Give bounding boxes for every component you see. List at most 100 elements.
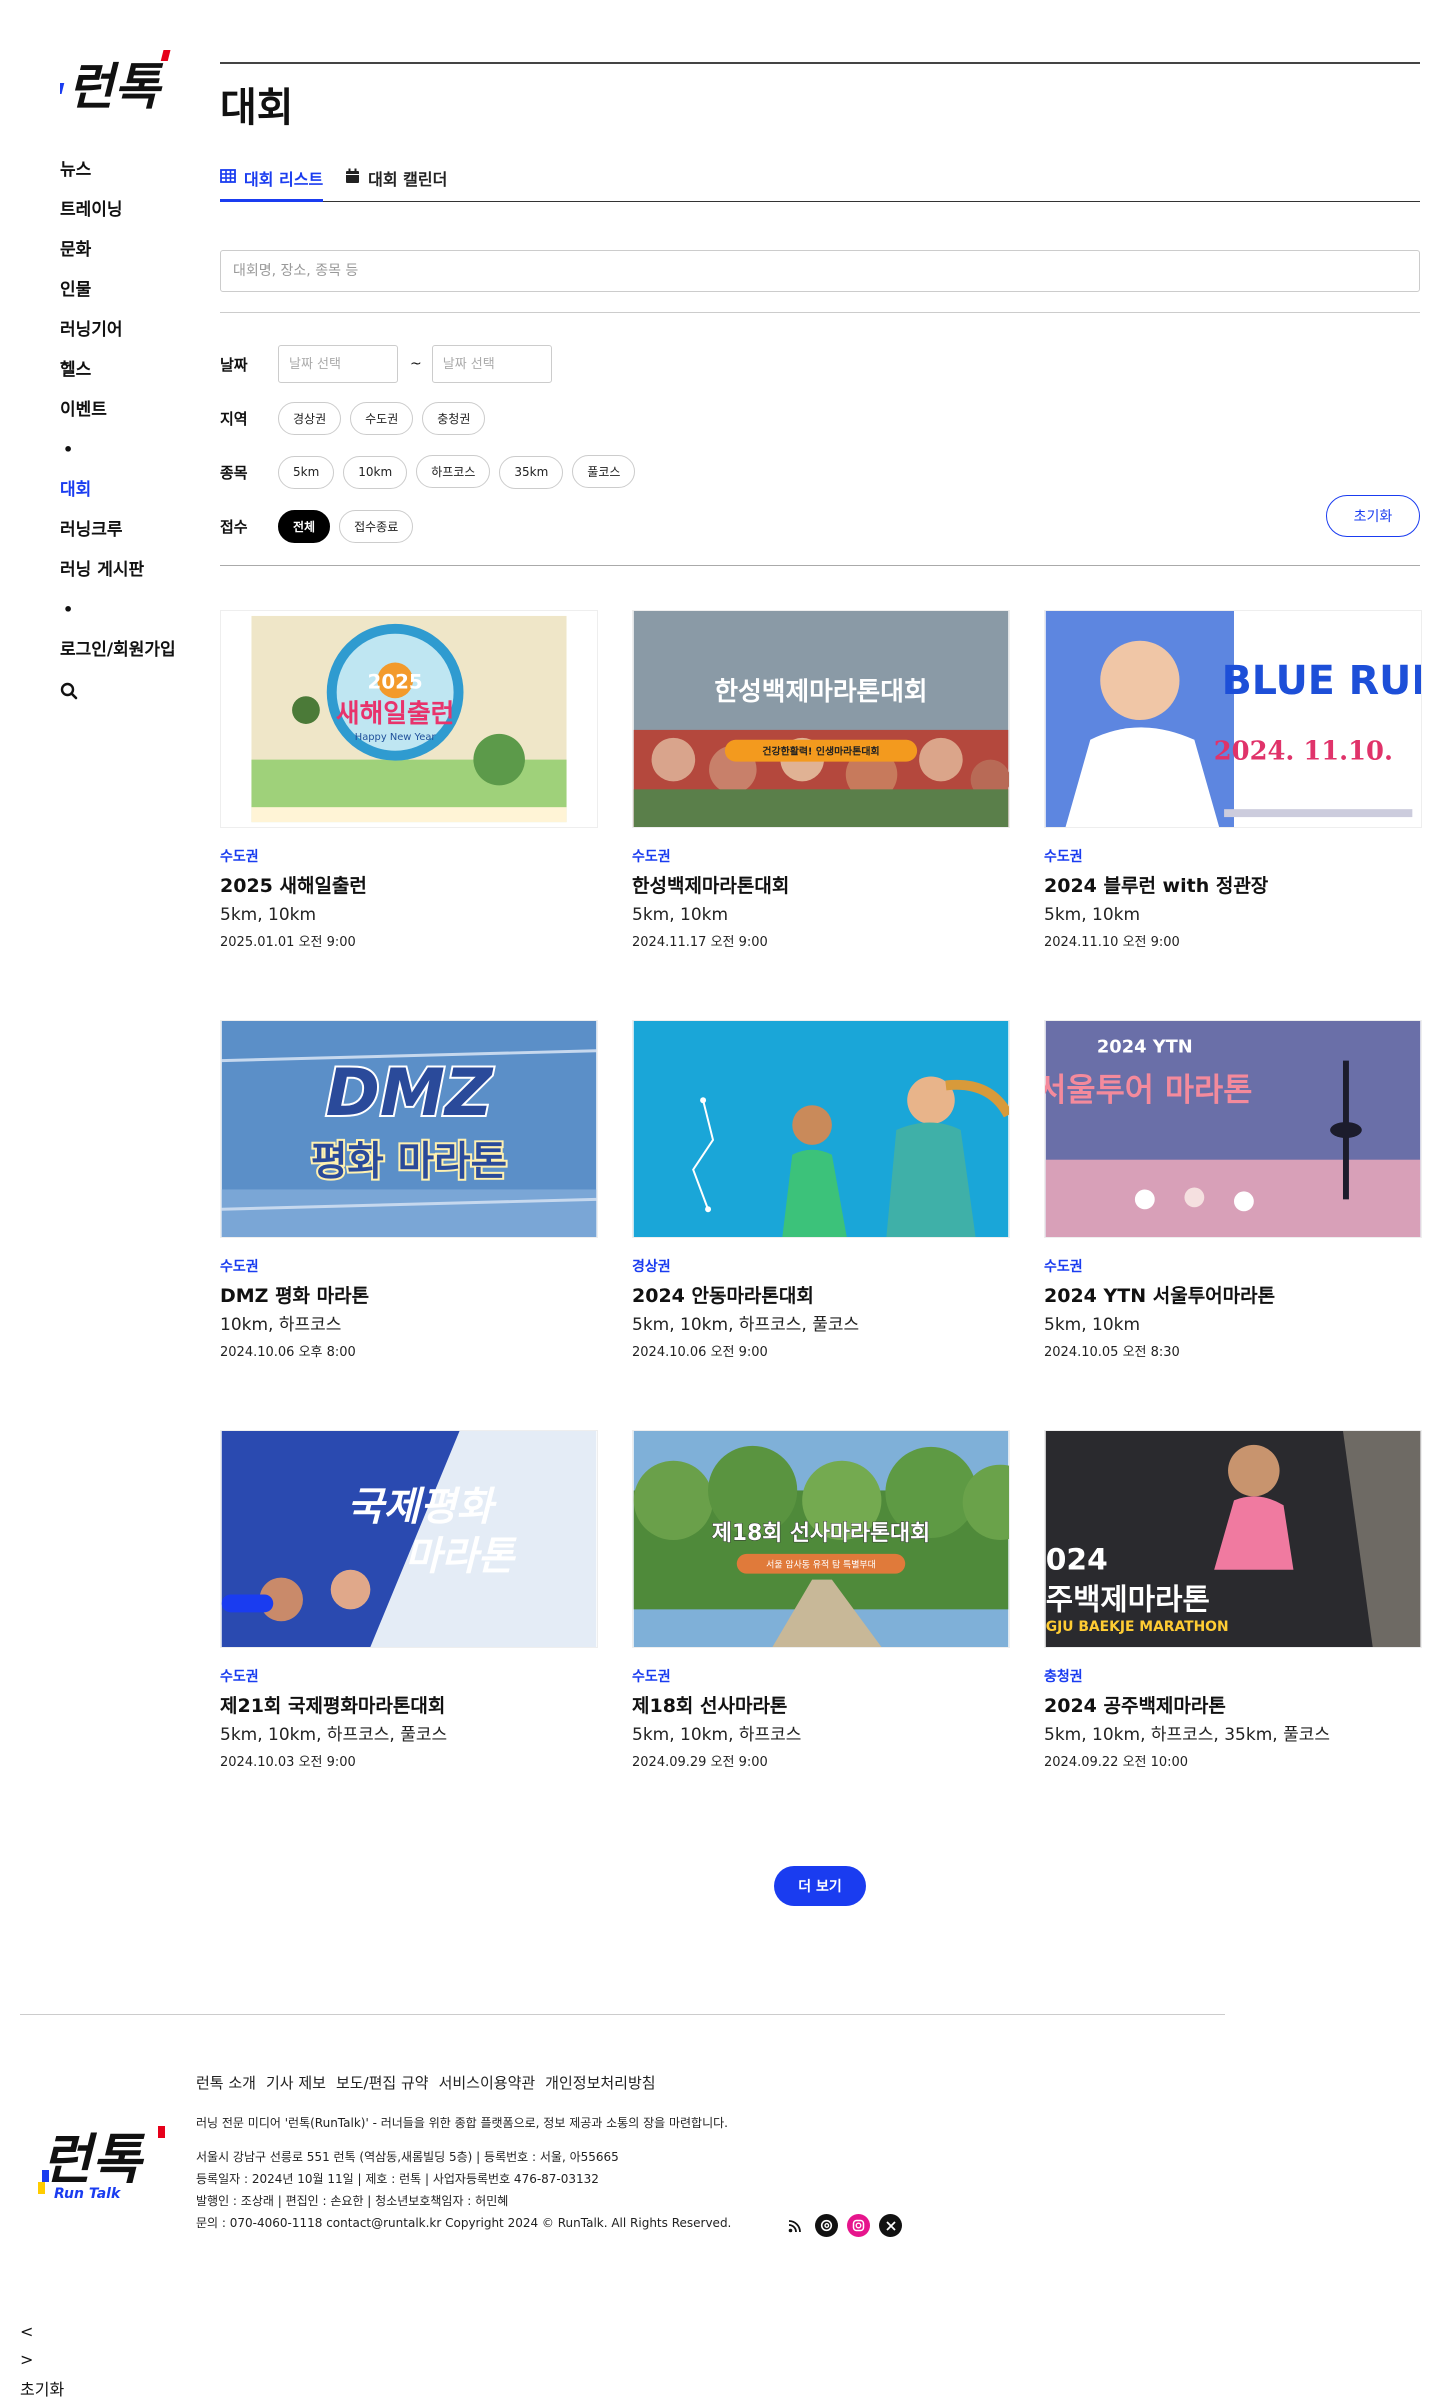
race-events: 5km, 10km, 하프코스, 풀코스 [632,1315,860,1335]
x-icon[interactable] [879,2214,902,2237]
sidebar-dot: • [63,600,74,619]
date-separator: ~ [410,356,422,372]
filter-chip[interactable]: 10km [343,455,408,489]
sidebar: 런톡 뉴스 트레이닝 문화 인물 러닝기어 헬스 이벤트 • 대회 러닝크루 러닝 게시판 • 로그인/… [47,48,210,710]
footer-info-line: 서울시 강남구 선릉로 551 런톡 (역삼동,새롬빌딩 5층) | 등록번호 … [196,2150,619,2164]
sidebar-item-login[interactable]: 로그인/회원가입 [60,630,210,670]
filter-chip[interactable]: 35km [499,455,564,489]
svg-text:Happy New Year: Happy New Year [355,732,437,743]
race-date: 2024.10.05 오전 8:30 [1044,1345,1180,1360]
filter-chip[interactable]: 충청권 [422,401,486,435]
svg-text:제18회 선사마라톤대회: 제18회 선사마라톤대회 [712,1521,930,1546]
filter-chip[interactable]: 수도권 [350,401,414,435]
svg-text:DMZ: DMZ [326,1055,494,1131]
race-region: 수도권 [1044,1259,1083,1275]
svg-text:한성백제마라톤대회: 한성백제마라톤대회 [714,677,927,707]
filter-date-label: 날짜 [220,355,248,374]
sidebar-item-board[interactable]: 러닝 게시판 [60,550,210,590]
filter-region-label: 지역 [220,409,248,428]
race-title: 2025 새해일출런 [220,875,367,897]
sidebar-item-races[interactable]: 대회 [60,470,210,510]
svg-text:런톡: 런톡 [39,2128,154,2191]
race-title: 제21회 국제평화마라톤대회 [220,1695,446,1717]
footer-link[interactable]: 기사 제보 [266,2072,326,2093]
filter-chip[interactable]: 5km [278,455,335,489]
footer-info-line: 문의 : 070-4060-1118 contact@runtalk.kr Co… [196,2216,732,2230]
filter-chip[interactable]: 경상권 [278,401,342,435]
race-card[interactable]: BLUE RUN 2024. 11.10. 수도권 2024 블루런 with … [1044,610,1422,952]
footer-info: 서울시 강남구 선릉로 551 런톡 (역삼동,새롬빌딩 5층) | 등록번호 … [196,2146,731,2234]
race-card[interactable]: 2025 새해일출런 Happy New Year 수도권 2025 새해일출런… [220,610,598,952]
svg-text:서울투어 마라톤: 서울투어 마라톤 [1044,1072,1252,1108]
search-icon[interactable] [60,670,210,710]
svg-text:2024 YTN: 2024 YTN [1097,1037,1193,1058]
race-poster-image [632,1020,1010,1238]
footer-info-line: 발행인 : 조상래 | 편집인 : 손요한 | 청소년보호책임자 : 허민혜 [196,2194,509,2208]
sidebar-item-people[interactable]: 인물 [60,270,210,310]
race-region: 수도권 [632,849,671,865]
instagram-icon[interactable] [847,2214,870,2237]
filters: 날짜 ~ 지역 경상권수도권충청권 종목 5km10km하프코스35km풀코스 … [220,337,1420,553]
race-events: 10km, 하프코스 [220,1315,342,1335]
footer-link[interactable]: 런톡 소개 [196,2072,256,2093]
filter-registration-label: 접수 [220,517,248,536]
race-card[interactable]: DMZ 평화 마라톤 수도권 DMZ 평화 마라톤 10km, 하프코스 202… [220,1020,598,1362]
filter-registration: 접수 전체 접수종료 [220,499,1420,553]
date-end-input[interactable] [431,345,552,383]
filter-date: 날짜 ~ [220,337,1420,391]
footer-logo: 런톡 Run Talk [28,2122,178,2206]
race-card[interactable]: 제18회 선사마라톤대회 서울 암사동 유적 탐 특별부대 수도권 제18회 선… [632,1430,1010,1772]
sidebar-item-event[interactable]: 이벤트 [60,390,210,430]
filters-divider [220,565,1420,566]
race-card[interactable]: 2024 YTN 서울투어 마라톤 수도권 2024 YTN 서울투어마라톤 5… [1044,1020,1422,1362]
sidebar-item-running-gear[interactable]: 러닝기어 [60,310,210,350]
filter-chip[interactable]: 접수종료 [339,509,414,543]
sidebar-item-culture[interactable]: 문화 [60,230,210,270]
main-content: 대회 대회 리스트 대회 캘린더 날짜 ~ 지역 경상권수도권충청권 종목 5k… [220,62,1422,1906]
runtalk-logo[interactable]: 런톡 [47,48,210,122]
rss-icon[interactable] [783,2214,806,2237]
calendar-reset-control[interactable]: 초기화 [20,2376,64,2400]
date-start-input[interactable] [278,345,398,383]
registration-chips: 전체 접수종료 [278,509,422,543]
race-events: 5km, 10km, 하프코스, 35km, 풀코스 [1044,1725,1331,1745]
race-search-input[interactable] [220,250,1420,292]
race-card[interactable]: 한성백제마라톤대회 건강한활력! 인생마라톤대회 수도권 한성백제마라톤대회 5… [632,610,1010,952]
reset-filters-button[interactable]: 초기화 [1326,495,1420,537]
footer-link[interactable]: 개인정보처리방침 [545,2072,655,2093]
filter-chip[interactable]: 전체 [278,509,331,543]
race-events: 5km, 10km [1044,905,1141,925]
race-title: DMZ 평화 마라톤 [220,1285,370,1307]
race-card[interactable]: 024 주백제마라톤 GJU BAEKJE MARATHON 충청권 2024 … [1044,1430,1422,1772]
svg-text:새해일출런: 새해일출런 [336,699,454,729]
filter-event-label: 종목 [220,463,248,482]
footer-link[interactable]: 서비스이용약관 [439,2072,536,2093]
sidebar-item-running-crew[interactable]: 러닝크루 [60,510,210,550]
load-more-button[interactable]: 더 보기 [774,1866,866,1906]
race-title: 한성백제마라톤대회 [632,875,790,897]
table-icon [220,169,236,183]
race-card[interactable]: 국제평화 마라톤 수도권 제21회 국제평화마라톤대회 5km, 10km, 하… [220,1430,598,1772]
tab-race-calendar[interactable]: 대회 캘린더 [345,162,447,201]
calendar-icon [346,168,360,183]
filter-event: 종목 5km 10km 하프코스 35km 풀코스 [220,445,1420,499]
race-card[interactable]: 경상권 2024 안동마라톤대회 5km, 10km, 하프코스, 풀코스 20… [632,1020,1010,1362]
race-poster-image: 제18회 선사마라톤대회 서울 암사동 유적 탐 특별부대 [632,1430,1010,1648]
threads-icon[interactable] [815,2214,838,2237]
filter-chip[interactable]: 하프코스 [416,455,491,489]
calendar-next-control[interactable]: > [20,2350,33,2369]
race-region: 충청권 [1044,1669,1083,1685]
sidebar-item-news[interactable]: 뉴스 [60,150,210,190]
race-date: 2024.11.10 오전 9:00 [1044,935,1180,950]
search-divider [220,312,1420,313]
footer-link[interactable]: 보도/편집 규약 [336,2072,429,2093]
sidebar-item-health[interactable]: 헬스 [60,350,210,390]
calendar-prev-control[interactable]: < [20,2322,33,2341]
race-region: 경상권 [632,1259,671,1275]
sidebar-item-training[interactable]: 트레이닝 [60,190,210,230]
svg-text:2024. 11.10.: 2024. 11.10. [1214,737,1393,767]
filter-chip[interactable]: 풀코스 [572,455,636,489]
tab-race-list[interactable]: 대회 리스트 [220,162,324,202]
footer-info-line: 등록일자 : 2024년 10월 11일 | 제호 : 런톡 | 사업자등록번호… [196,2172,599,2186]
svg-text:024: 024 [1046,1543,1108,1578]
